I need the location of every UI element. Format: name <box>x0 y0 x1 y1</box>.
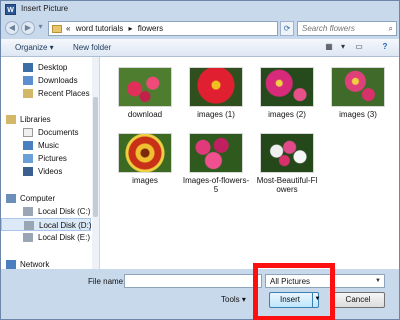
thumbnail <box>118 67 172 107</box>
thumbnail <box>331 67 385 107</box>
nav-label: Downloads <box>38 76 78 85</box>
documents-icon <box>23 128 33 137</box>
nav-recent-places[interactable]: Recent Places <box>1 87 91 100</box>
file-name: Images-of-flowers-5 <box>182 176 250 194</box>
videos-icon <box>23 167 33 176</box>
nav-videos[interactable]: Videos <box>1 165 91 178</box>
red-highlight-box <box>253 263 335 320</box>
address-bar[interactable]: « word tutorials ▸ flowers <box>48 21 278 36</box>
nav-label: Videos <box>38 167 63 176</box>
view-dropdown-icon[interactable]: ▾ <box>337 42 349 52</box>
file-item[interactable]: Images-of-flowers-5 <box>182 133 250 194</box>
search-input[interactable] <box>302 22 386 35</box>
thumbnail <box>189 67 243 107</box>
file-name: Most-Beautiful-Flowers <box>256 176 318 194</box>
back-button[interactable]: ◀ <box>5 21 19 35</box>
thumbnail <box>260 133 314 173</box>
breadcrumb-separator-icon[interactable]: ▸ <box>129 24 133 33</box>
new-folder-button[interactable]: New folder <box>73 43 111 52</box>
file-item[interactable]: Most-Beautiful-Flowers <box>253 133 321 194</box>
nav-label: Pictures <box>38 154 67 163</box>
word-app-icon: W <box>5 4 16 15</box>
nav-local-disk-d[interactable]: Local Disk (D:) <box>1 218 91 231</box>
file-name: images (1) <box>197 110 235 119</box>
disk-icon <box>23 233 33 242</box>
thumbnail <box>189 133 243 173</box>
breadcrumb-overflow[interactable]: « <box>66 24 70 33</box>
disk-icon <box>23 207 33 216</box>
desktop-icon <box>23 63 33 72</box>
insert-picture-dialog: W Insert Picture ◀ ▶ ▾ « word tutorials … <box>0 0 400 320</box>
file-name: images (2) <box>268 110 306 119</box>
file-item[interactable]: images (3) <box>324 67 392 119</box>
nav-label: Documents <box>38 128 79 137</box>
breadcrumb-flowers[interactable]: flowers <box>138 24 163 33</box>
nav-local-disk-e[interactable]: Local Disk (E:) <box>1 231 91 244</box>
nav-desktop[interactable]: Desktop <box>1 61 91 74</box>
address-row: ◀ ▶ ▾ « word tutorials ▸ flowers ⟳ ⌕ <box>1 20 399 38</box>
nav-local-disk-c[interactable]: Local Disk (C:) <box>1 205 91 218</box>
recent-places-icon <box>23 89 33 98</box>
file-item[interactable]: images (1) <box>182 67 250 119</box>
nav-label: Recent Places <box>38 89 90 98</box>
view-options-icon[interactable]: ▦ <box>323 42 335 52</box>
file-name: images (3) <box>339 110 377 119</box>
title-bar: W Insert Picture <box>1 1 399 19</box>
refresh-button[interactable]: ⟳ <box>280 21 294 36</box>
downloads-icon <box>23 76 33 85</box>
nav-pictures[interactable]: Pictures <box>1 152 91 165</box>
libraries-icon <box>6 115 16 124</box>
nav-computer[interactable]: Computer <box>1 192 91 205</box>
thumbnail <box>260 67 314 107</box>
help-icon[interactable]: ? <box>379 42 391 52</box>
pictures-icon <box>23 154 33 163</box>
music-icon <box>23 141 33 150</box>
file-name: images <box>132 176 158 185</box>
command-toolbar: Organize ▾ New folder ▦ ▾ ▭ ? <box>1 39 399 57</box>
file-name-input[interactable] <box>124 274 262 288</box>
search-box[interactable]: ⌕ <box>297 21 397 36</box>
nav-downloads[interactable]: Downloads <box>1 74 91 87</box>
window-title: Insert Picture <box>21 4 69 13</box>
nav-label: Network <box>20 260 50 269</box>
file-name-label: File name: <box>88 277 126 286</box>
nav-label: Computer <box>20 194 56 203</box>
nav-scrollbar-thumb[interactable] <box>93 97 98 217</box>
forward-button[interactable]: ▶ <box>21 21 35 35</box>
computer-icon <box>6 194 16 203</box>
nav-network[interactable]: Network <box>1 258 91 269</box>
network-icon <box>6 260 16 269</box>
recent-locations-dropdown[interactable]: ▾ <box>36 21 45 35</box>
file-item[interactable]: download <box>111 67 179 119</box>
nav-label: Local Disk (C:) <box>38 207 91 216</box>
tools-menu[interactable]: Tools ▾ <box>221 295 246 304</box>
navigation-pane: Desktop Downloads Recent Places Librarie… <box>1 57 99 269</box>
file-list: download images (1) images (2) images (3… <box>100 57 399 269</box>
nav-label: Desktop <box>38 63 68 72</box>
nav-scrollbar[interactable] <box>92 57 99 269</box>
breadcrumb: « word tutorials ▸ flowers <box>66 24 166 33</box>
nav-label: Music <box>38 141 59 150</box>
chevron-down-icon: ▼ <box>375 278 381 284</box>
search-icon[interactable]: ⌕ <box>389 24 393 34</box>
cancel-button[interactable]: Cancel <box>331 292 385 308</box>
nav-music[interactable]: Music <box>1 139 91 152</box>
file-name: download <box>127 110 163 119</box>
disk-icon <box>24 221 34 230</box>
nav-libraries[interactable]: Libraries <box>1 113 91 126</box>
folder-icon <box>52 25 62 33</box>
nav-label: Local Disk (D:) <box>39 221 92 230</box>
thumbnail <box>118 133 172 173</box>
file-item[interactable]: images <box>111 133 179 185</box>
preview-pane-icon[interactable]: ▭ <box>353 42 365 52</box>
file-item[interactable]: images (2) <box>253 67 321 119</box>
organize-menu[interactable]: Organize ▾ <box>15 43 54 52</box>
breadcrumb-word-tutorials[interactable]: word tutorials <box>76 24 124 33</box>
nav-label: Libraries <box>20 115 51 124</box>
nav-label: Local Disk (E:) <box>38 233 91 242</box>
nav-documents[interactable]: Documents <box>1 126 91 139</box>
